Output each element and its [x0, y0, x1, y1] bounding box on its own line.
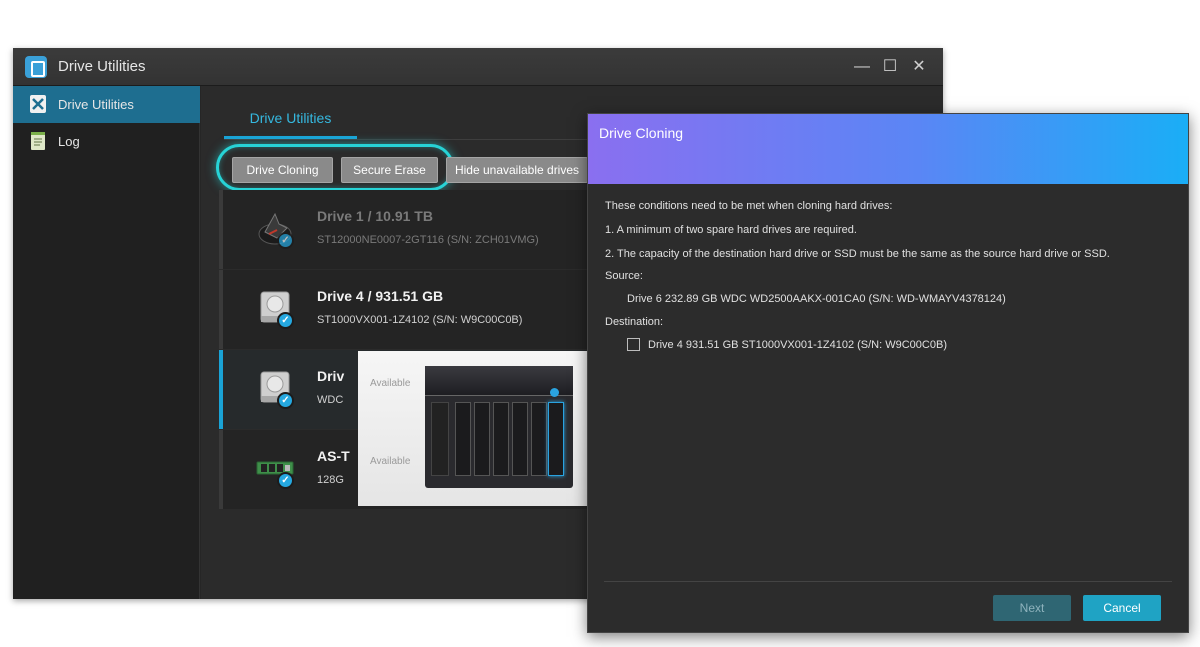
dialog-title: Drive Cloning: [599, 125, 684, 141]
drive-row[interactable]: ✓ Drive 1 / 10.91 TB ST12000NE0007-2GT11…: [219, 190, 589, 269]
available-label: Available: [370, 378, 411, 389]
sidebar-item-log[interactable]: Log: [13, 123, 200, 160]
nas-device-icon: [425, 366, 573, 488]
destination-checkbox[interactable]: [627, 338, 640, 351]
condition-1: 1. A minimum of two spare hard drives ar…: [605, 224, 857, 236]
source-value: Drive 6 232.89 GB WDC WD2500AAKX-001CA0 …: [627, 293, 1006, 305]
hide-unavailable-drives-button[interactable]: Hide unavailable drives: [446, 157, 588, 183]
drive-cloning-dialog: Drive Cloning These conditions need to b…: [587, 113, 1189, 633]
destination-label: Destination:: [605, 316, 664, 328]
title-bar: Drive Utilities — ☐ ✕: [13, 48, 943, 86]
dialog-divider: [604, 581, 1172, 582]
nas-preview-image: Available Available: [358, 351, 588, 506]
app-icon: [25, 56, 47, 78]
sidebar-item-drive-utilities[interactable]: Drive Utilities: [13, 86, 200, 123]
conditions-intro: These conditions need to be met when clo…: [605, 200, 893, 212]
drive-model: ST12000NE0007-2GT116 (S/N: ZCH01VMG): [317, 234, 539, 246]
drive-model: WDC: [317, 394, 344, 406]
sidebar: Drive Utilities Log: [13, 86, 200, 599]
selected-check-icon: ✓: [277, 232, 294, 249]
secure-erase-button[interactable]: Secure Erase: [341, 157, 438, 183]
next-button[interactable]: Next: [993, 595, 1071, 621]
drive-row[interactable]: ✓ Drive 4 / 931.51 GB ST1000VX001-1Z4102…: [219, 270, 589, 349]
selected-check-icon: ✓: [277, 392, 294, 409]
drive-name: Drive 1 / 10.91 TB: [317, 208, 433, 224]
destination-value: Drive 4 931.51 GB ST1000VX001-1Z4102 (S/…: [648, 339, 947, 351]
drive-cloning-button[interactable]: Drive Cloning: [232, 157, 333, 183]
close-icon[interactable]: ✕: [908, 56, 930, 78]
minimize-icon[interactable]: —: [851, 56, 873, 78]
log-icon: [31, 132, 45, 150]
maximize-icon[interactable]: ☐: [879, 56, 901, 78]
tab-drive-utilities[interactable]: Drive Utilities: [224, 108, 357, 139]
drive-model: 128G: [317, 474, 344, 486]
tools-icon: [30, 95, 46, 113]
condition-2: 2. The capacity of the destination hard …: [605, 248, 1110, 260]
drive-name: Drive 4 / 931.51 GB: [317, 288, 444, 304]
drive-name: Driv: [317, 368, 345, 384]
window-title: Drive Utilities: [58, 58, 146, 75]
sidebar-item-label: Drive Utilities: [58, 97, 134, 112]
drive-name: AS-T: [317, 448, 350, 464]
available-label: Available: [370, 456, 411, 467]
selected-check-icon: ✓: [277, 312, 294, 329]
cancel-button[interactable]: Cancel: [1083, 595, 1161, 621]
selected-check-icon: ✓: [277, 472, 294, 489]
sidebar-item-label: Log: [58, 134, 80, 149]
source-label: Source:: [605, 270, 643, 282]
dialog-header: Drive Cloning: [588, 114, 1188, 184]
drive-model: ST1000VX001-1Z4102 (S/N: W9C00C0B): [317, 314, 523, 326]
